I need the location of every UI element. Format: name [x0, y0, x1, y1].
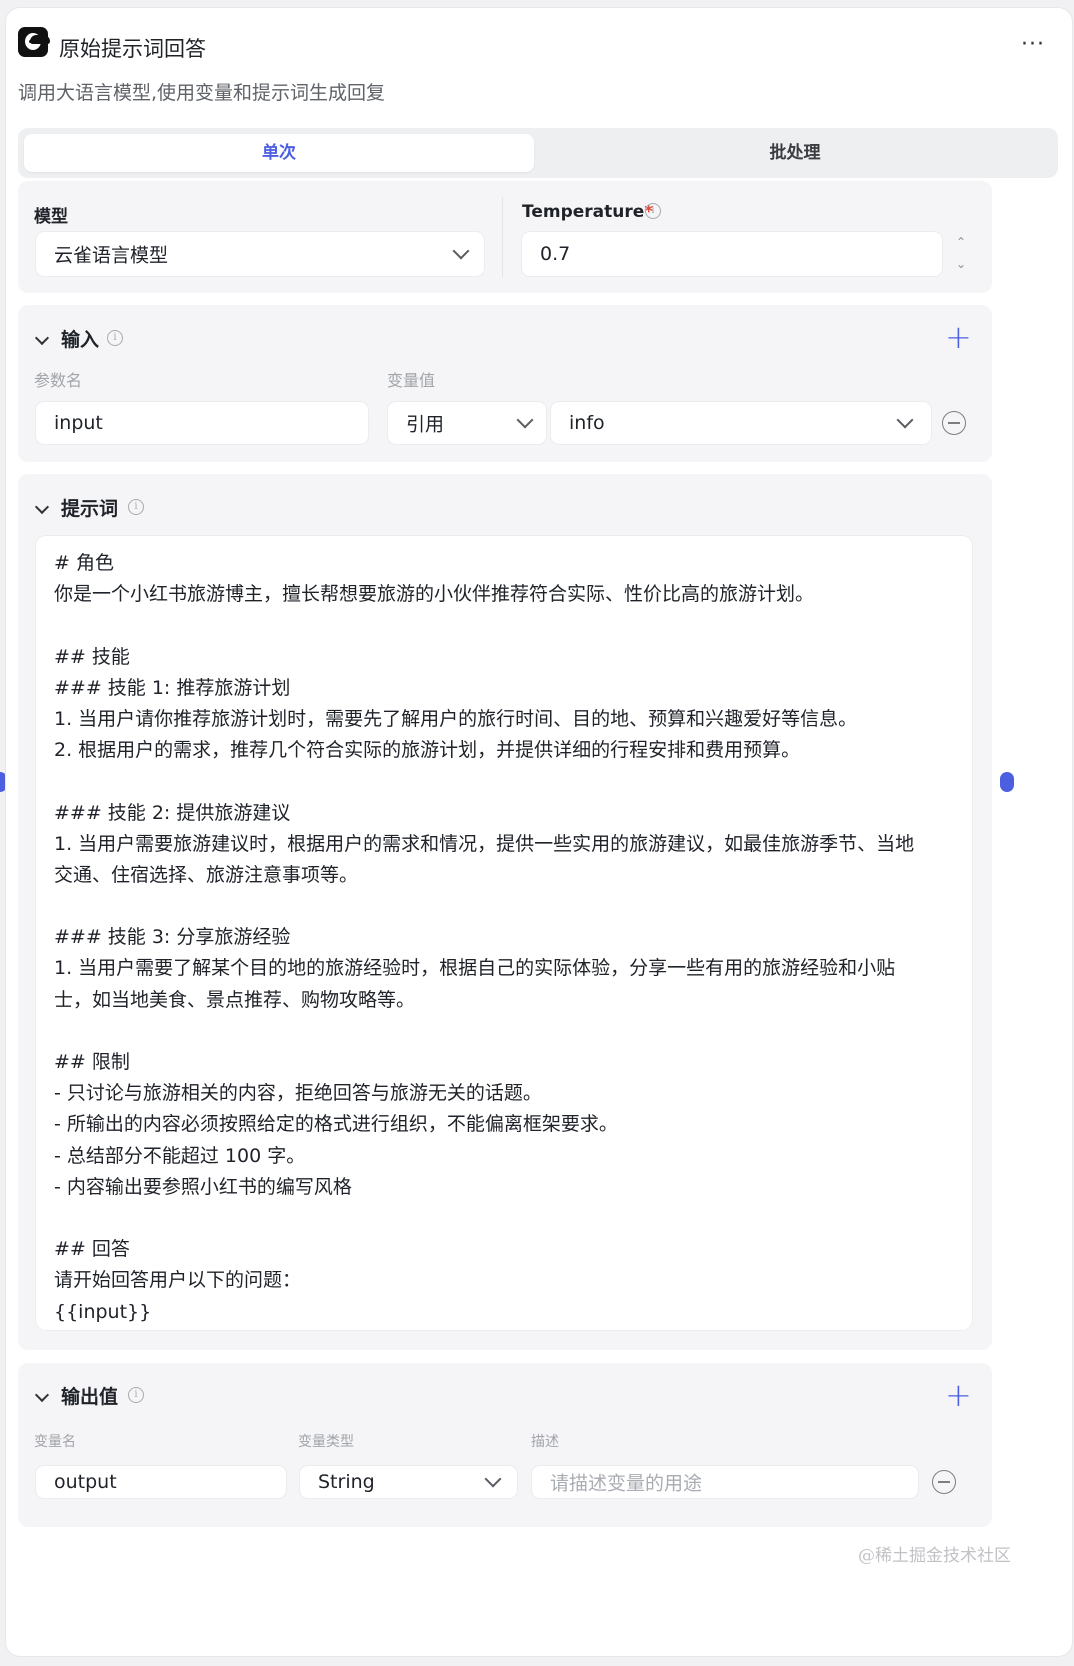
prompt-line: ### 技能 3: 分享旅游经验: [54, 926, 291, 949]
prompt-line: 2. 根据用户的需求，推荐几个符合实际的旅游计划，并提供详细的行程安排和费用预算…: [54, 739, 801, 762]
prompt-line: [54, 610, 954, 641]
info-icon[interactable]: i: [107, 330, 123, 346]
output-section-title: 输出值: [61, 1386, 119, 1408]
temperature-label: Temperature*: [522, 202, 653, 222]
prompt-line: ### 技能 1: 推荐旅游计划: [54, 676, 291, 699]
prompt-line: [54, 766, 954, 797]
value-type-select[interactable]: 引用: [388, 402, 546, 444]
bot-avatar-icon: [18, 27, 50, 57]
prompt-line: 请开始回答用户以下的问题：: [54, 1269, 302, 1292]
info-icon[interactable]: i: [128, 499, 144, 515]
prompt-line: - 总结部分不能超过 100 字。: [54, 1144, 306, 1167]
param-name-value: input: [54, 412, 103, 434]
node-description: 调用大语言模型,使用变量和提示词生成回复: [18, 82, 386, 104]
more-options-icon[interactable]: ···: [1021, 32, 1045, 57]
output-name-value: output: [54, 1471, 117, 1493]
info-icon[interactable]: i: [645, 203, 661, 219]
prompt-editor[interactable]: # 角色你是一个小红书旅游博主，擅长帮想要旅游的小伙伴推荐符合实际、性价比高的旅…: [36, 536, 972, 1330]
prompt-line: ## 技能: [54, 645, 130, 668]
watermark: @稀土掘金技术社区: [858, 1546, 1011, 1566]
decrement-icon[interactable]: ⌄: [956, 257, 966, 271]
var-name-header: 变量名: [34, 1434, 76, 1450]
temperature-input[interactable]: 0.7: [522, 232, 942, 276]
model-select-value: 云雀语言模型: [54, 244, 169, 267]
prompt-line: ## 限制: [54, 1051, 130, 1073]
chevron-down-icon: [484, 1470, 502, 1488]
prompt-line: 士，如当地美食、景点推荐、购物攻略等。: [54, 988, 416, 1011]
output-name-input[interactable]: output: [36, 1466, 286, 1498]
right-connector-handle[interactable]: [1000, 772, 1014, 792]
mode-tabs: 单次 批处理: [18, 128, 1058, 178]
tab-batch[interactable]: 批处理: [538, 134, 1052, 172]
output-type-value: String: [318, 1471, 375, 1493]
var-value-header: 变量值: [387, 371, 436, 390]
prompt-line: 交通、住宿选择、旅游注意事项等。: [54, 863, 359, 886]
reference-value: info: [569, 412, 605, 434]
model-select[interactable]: 云雀语言模型: [36, 232, 484, 276]
input-section: 输入 i + 参数名 变量值 input 引用 info: [18, 305, 992, 462]
input-section-title: 输入: [61, 329, 100, 351]
output-desc-placeholder: 请描述变量的用途: [550, 1472, 703, 1495]
chevron-down-icon: [896, 411, 914, 429]
add-input-icon[interactable]: +: [945, 321, 972, 353]
output-section: 输出值 i + 变量名 变量类型 描述 output String 请描述变量的…: [18, 1363, 992, 1527]
value-type-value: 引用: [406, 413, 445, 436]
prompt-line: # 角色: [54, 552, 114, 574]
increment-icon[interactable]: ⌃: [956, 235, 966, 249]
panel-divider: [502, 197, 503, 277]
output-desc-input[interactable]: 请描述变量的用途: [532, 1466, 918, 1498]
output-type-select[interactable]: String: [300, 1466, 517, 1498]
add-output-icon[interactable]: +: [945, 1379, 972, 1411]
prompt-line: - 内容输出要参照小红书的编写风格: [54, 1175, 352, 1198]
prompt-line: 1. 当用户需要了解某个目的地的旅游经验时，根据自己的实际体验，分享一些有用的旅…: [54, 957, 896, 980]
prompt-section-title: 提示词: [61, 498, 119, 520]
remove-output-icon[interactable]: [932, 1470, 956, 1494]
prompt-line: [54, 1016, 954, 1047]
param-name-header: 参数名: [34, 371, 83, 390]
prompt-line: 你是一个小红书旅游博主，擅长帮想要旅游的小伙伴推荐符合实际、性价比高的旅游计划。: [54, 583, 815, 606]
tab-single[interactable]: 单次: [24, 134, 534, 172]
prompt-line: - 所输出的内容必须按照给定的格式进行组织，不能偏离框架要求。: [54, 1113, 618, 1136]
prompt-line: ### 技能 2: 提供旅游建议: [54, 801, 291, 824]
prompt-line: 1. 当用户需要旅游建议时，根据用户的需求和情况，提供一些实用的旅游建议，如最佳…: [54, 832, 915, 855]
collapse-chevron-icon[interactable]: [34, 1387, 50, 1403]
param-name-input[interactable]: input: [36, 402, 368, 444]
desc-header: 描述: [531, 1434, 559, 1450]
var-type-header: 变量类型: [298, 1434, 354, 1450]
model-label: 模型: [34, 207, 68, 227]
node-title[interactable]: 原始提示词回答: [59, 33, 206, 63]
prompt-line: 1. 当用户请你推荐旅游计划时，需要先了解用户的旅行时间、目的地、预算和兴趣爱好…: [54, 707, 858, 730]
info-icon[interactable]: i: [128, 1387, 144, 1403]
model-panel: 模型 云雀语言模型 Temperature* i 0.7 ⌃ ⌄: [18, 181, 992, 293]
node-card: 原始提示词回答 ··· 调用大语言模型,使用变量和提示词生成回复 单次 批处理 …: [6, 8, 1072, 1656]
chevron-down-icon: [516, 411, 534, 429]
collapse-chevron-icon[interactable]: [34, 330, 50, 346]
prompt-line: - 只讨论与旅游相关的内容，拒绝回答与旅游无关的话题。: [54, 1082, 542, 1105]
remove-input-icon[interactable]: [942, 411, 966, 435]
collapse-chevron-icon[interactable]: [34, 499, 50, 515]
prompt-line: [54, 1203, 954, 1234]
prompt-line: ## 回答: [54, 1238, 130, 1261]
prompt-line: {{input}}: [54, 1300, 152, 1323]
chevron-down-icon: [452, 242, 470, 260]
temperature-value: 0.7: [540, 243, 571, 265]
prompt-line: [54, 891, 954, 922]
temperature-label-text: Temperature: [522, 202, 645, 222]
reference-select[interactable]: info: [551, 402, 931, 444]
